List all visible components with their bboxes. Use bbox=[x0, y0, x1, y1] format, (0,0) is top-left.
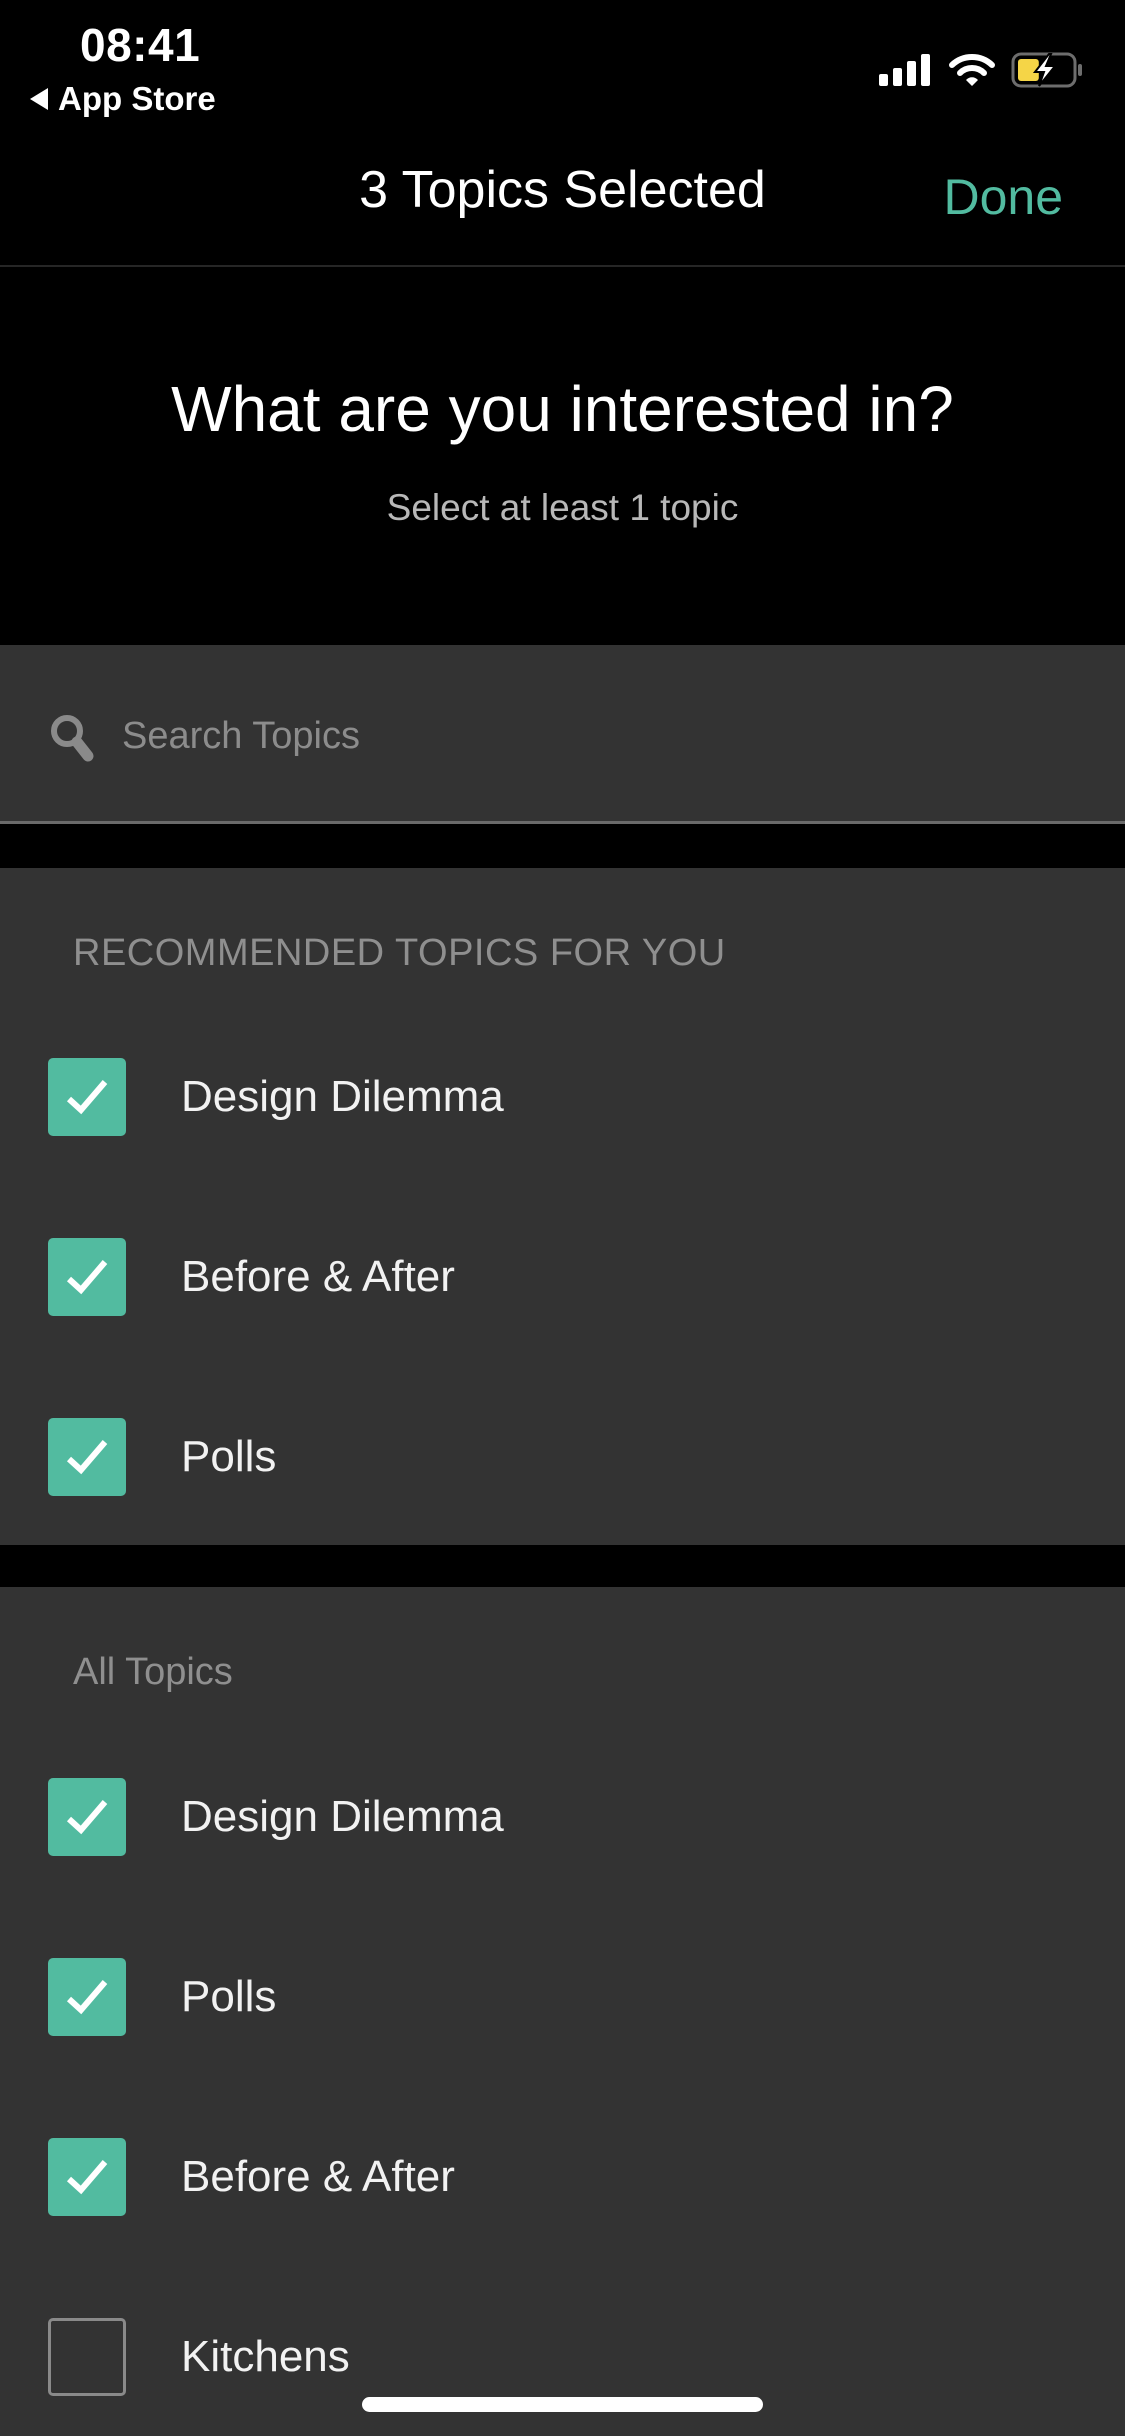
wifi-icon bbox=[949, 54, 995, 86]
checkmark-icon bbox=[66, 1980, 108, 2015]
home-indicator[interactable] bbox=[362, 2397, 763, 2412]
checkmark-icon bbox=[66, 1440, 108, 1475]
topic-row[interactable]: Design Dilemma bbox=[0, 1757, 1125, 1877]
checkmark-icon bbox=[66, 1260, 108, 1295]
back-arrow-icon bbox=[30, 88, 48, 110]
checkbox-checked[interactable] bbox=[48, 1778, 126, 1856]
search-topics-input[interactable] bbox=[120, 700, 1024, 772]
topic-label: Design Dilemma bbox=[181, 1792, 504, 1841]
signal-icon bbox=[879, 54, 930, 86]
checkmark-icon bbox=[66, 1800, 108, 1835]
topic-row[interactable]: Polls bbox=[0, 1397, 1125, 1517]
topic-label: Polls bbox=[181, 1432, 277, 1481]
checkbox-checked[interactable] bbox=[48, 1418, 126, 1496]
all-topics-section: All Topics Design Dilemma Polls Before & A… bbox=[0, 1587, 1125, 2436]
page-heading: What are you interested in? bbox=[171, 373, 954, 445]
search-icon bbox=[51, 715, 94, 762]
topic-label: Before & After bbox=[181, 1252, 455, 1301]
done-button[interactable]: Done bbox=[943, 168, 1063, 226]
checkbox-checked[interactable] bbox=[48, 1958, 126, 2036]
topic-row[interactable]: Before & After bbox=[0, 1217, 1125, 1337]
back-to-app-store[interactable]: App Store bbox=[30, 80, 216, 118]
back-label: App Store bbox=[58, 80, 216, 117]
checkbox-unchecked[interactable] bbox=[48, 2318, 126, 2396]
topic-row[interactable]: Polls bbox=[0, 1937, 1125, 2057]
topic-label: Polls bbox=[181, 1972, 277, 2021]
nav-divider bbox=[0, 265, 1125, 267]
topic-row[interactable]: Before & After bbox=[0, 2117, 1125, 2237]
topic-label: Kitchens bbox=[181, 2332, 350, 2381]
battery-charging-icon bbox=[1011, 52, 1082, 88]
checkmark-icon bbox=[66, 2160, 108, 2195]
topic-label: Design Dilemma bbox=[181, 1072, 504, 1121]
checkbox-checked[interactable] bbox=[48, 1238, 126, 1316]
all-topics-header: All Topics bbox=[73, 1651, 233, 1693]
checkmark-icon bbox=[66, 1080, 108, 1115]
checkbox-checked[interactable] bbox=[48, 1058, 126, 1136]
status-time: 08:41 bbox=[80, 19, 201, 71]
recommended-section: RECOMMENDED TOPICS FOR YOU Design Dilemm… bbox=[0, 868, 1125, 1545]
topic-label: Before & After bbox=[181, 2152, 455, 2201]
topic-row[interactable]: Design Dilemma bbox=[0, 1037, 1125, 1157]
checkbox-checked[interactable] bbox=[48, 2138, 126, 2216]
page-subheading: Select at least 1 topic bbox=[386, 487, 739, 528]
status-icons bbox=[879, 50, 1085, 90]
recommended-header: RECOMMENDED TOPICS FOR YOU bbox=[73, 932, 726, 974]
